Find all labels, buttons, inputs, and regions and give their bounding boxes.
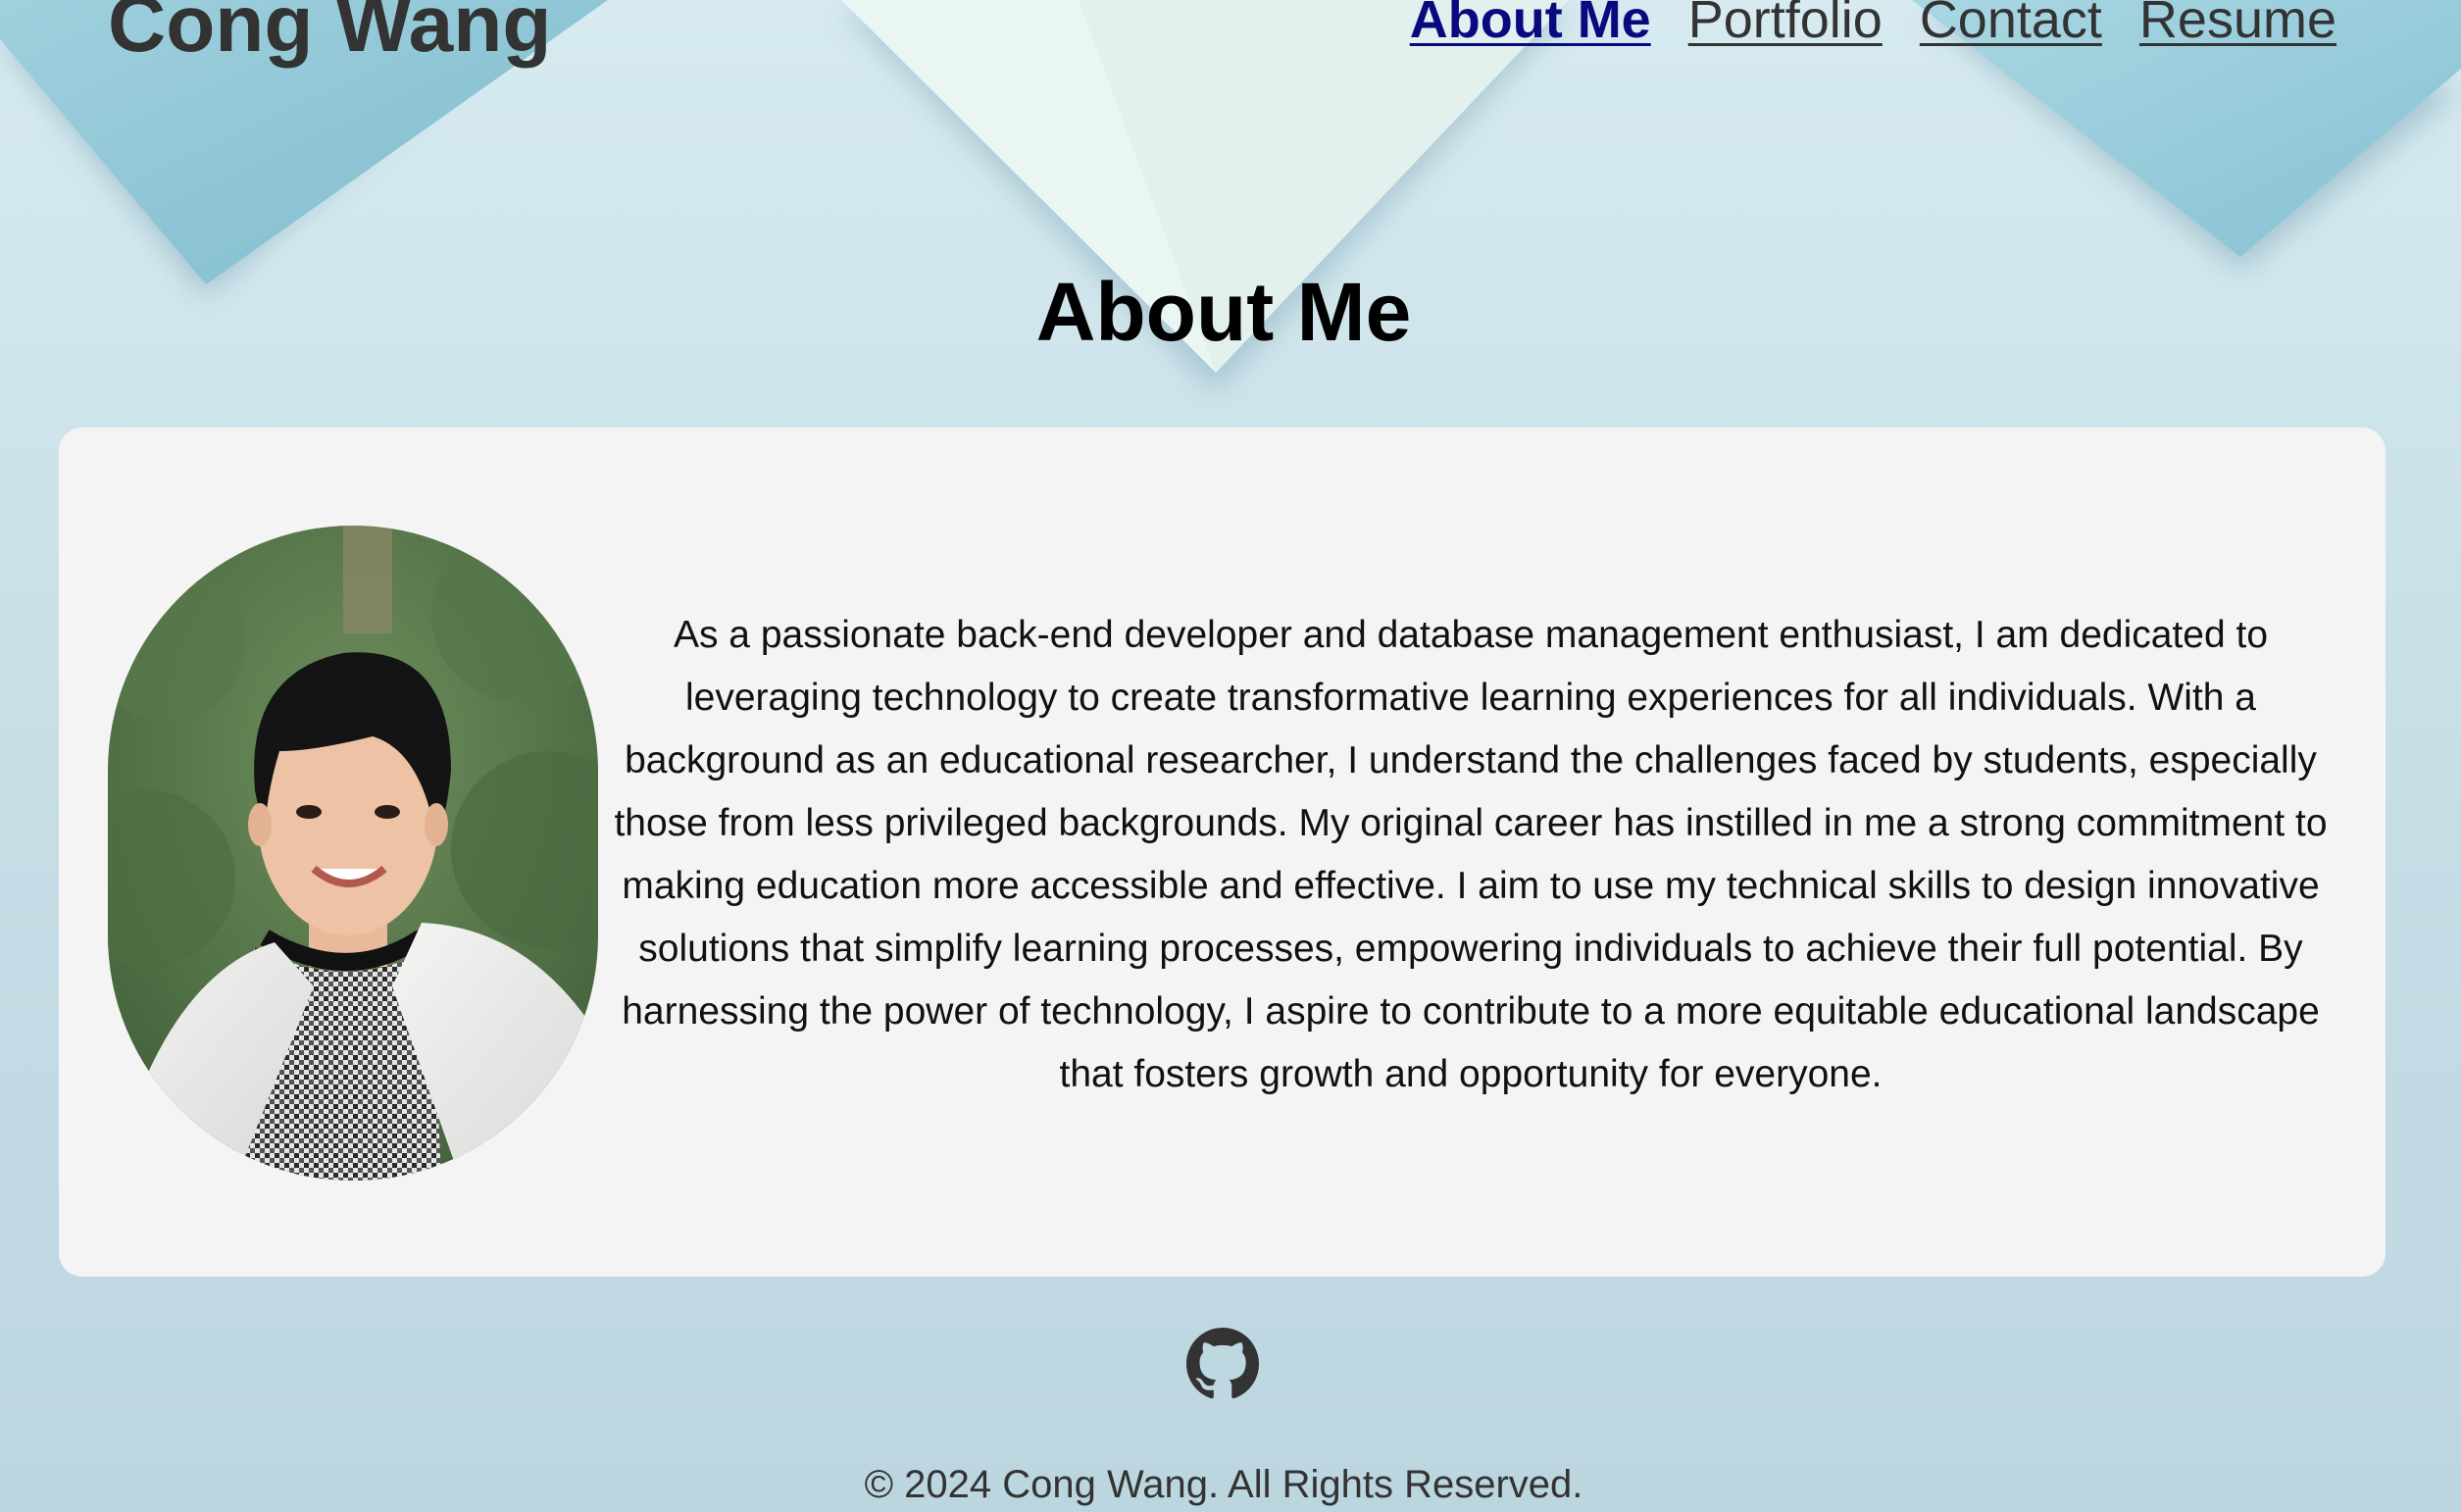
profile-photo — [108, 526, 598, 1181]
nav-link-about-me[interactable]: About Me — [1410, 0, 1651, 52]
about-card: As a passionate back-end developer and d… — [59, 428, 2386, 1277]
copyright-text: © 2024 Cong Wang. All Rights Reserved. — [864, 1463, 1583, 1506]
nav-link-resume[interactable]: Resume — [2139, 0, 2336, 52]
main-nav: About Me Portfolio Contact Resume — [1410, 0, 2336, 52]
about-heading: About Me — [1035, 266, 1412, 358]
nav-link-contact[interactable]: Contact — [1920, 0, 2102, 52]
site-title: Cong Wang — [108, 0, 552, 69]
bio-text: As a passionate back-end developer and d… — [614, 614, 2328, 1095]
nav-link-portfolio[interactable]: Portfolio — [1688, 0, 1883, 52]
github-icon[interactable] — [1186, 1328, 1259, 1400]
